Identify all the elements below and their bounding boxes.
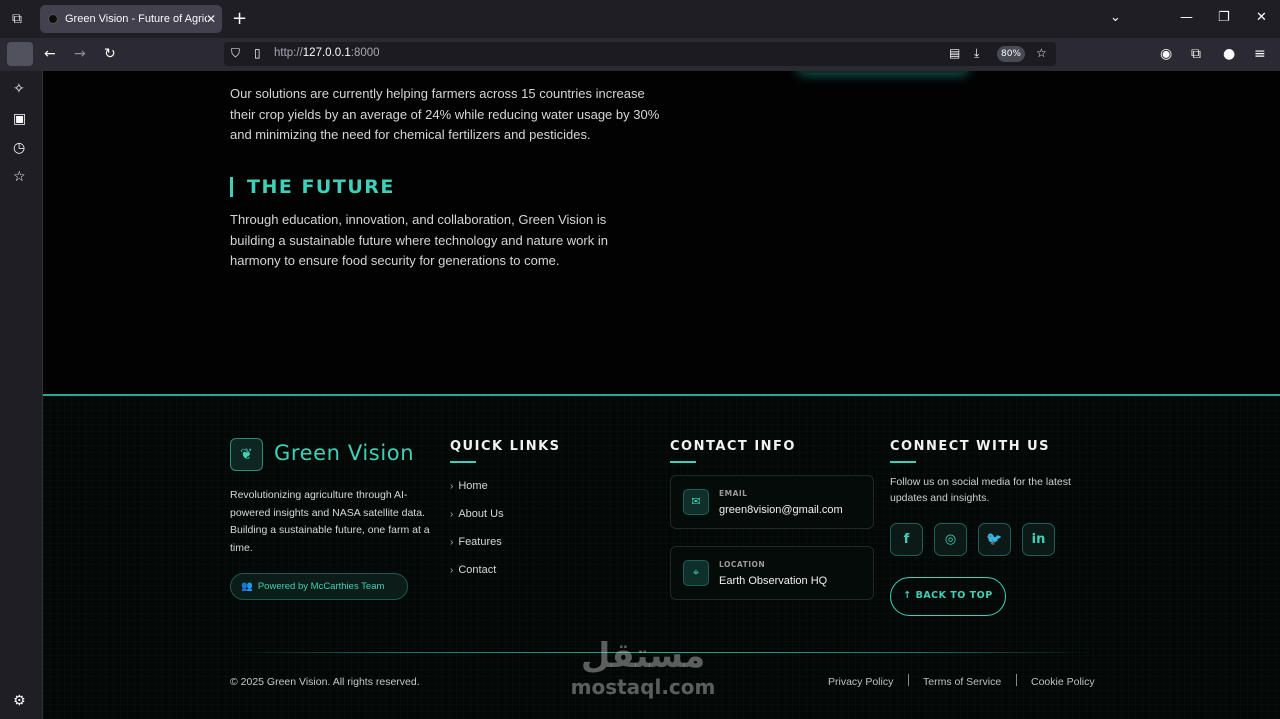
chevron-right-icon: › [450, 481, 454, 492]
account-icon[interactable]: ◉ [1160, 45, 1172, 63]
copyright-text: © 2025 Green Vision. All rights reserved… [230, 676, 420, 688]
quick-link-features[interactable]: › Features [450, 536, 502, 548]
page-content: Our solutions are currently helping farm… [43, 71, 1280, 719]
download-icon[interactable]: ⤓ [974, 46, 979, 61]
chevron-right-icon: › [450, 537, 454, 548]
legal-separator [1016, 674, 1017, 686]
watermark-latin: mostaql.com [570, 675, 716, 699]
quick-links-heading: QUICK LINKS [450, 439, 561, 463]
quick-link-home[interactable]: › Home [450, 480, 488, 492]
about-paragraph: Our solutions are currently helping farm… [230, 86, 660, 142]
menu-icon[interactable]: ≡ [1254, 45, 1266, 63]
facebook-icon[interactable]: f [890, 523, 923, 556]
privacy-policy-link[interactable]: Privacy Policy [828, 676, 893, 688]
mostaql-watermark: مستقل mostaql.com [563, 636, 723, 698]
list-all-tabs-icon[interactable]: ⌄ [1110, 9, 1121, 27]
contact-info-heading: CONTACT INFO [670, 439, 796, 463]
arrow-up-icon: ↑ [903, 590, 916, 601]
close-tab-icon[interactable]: ✕ [206, 11, 216, 27]
quick-link-about[interactable]: › About Us [450, 508, 504, 520]
future-paragraph: Through education, innovation, and colla… [230, 212, 608, 268]
brand-description: Revolutionizing agriculture through AI-p… [230, 489, 430, 554]
terms-link[interactable]: Terms of Service [923, 676, 1001, 688]
new-tab-icon[interactable]: + [232, 8, 247, 30]
back-icon[interactable]: ← [44, 45, 56, 63]
url-text[interactable]: http://127.0.0.1:8000 [274, 47, 380, 59]
chevron-right-icon: › [450, 509, 454, 520]
close-window-icon[interactable]: ✕ [1256, 9, 1267, 27]
sidebar-toggle-button[interactable] [7, 42, 33, 66]
maximize-icon[interactable]: ❐ [1218, 9, 1230, 27]
twitter-icon[interactable]: 🐦 [978, 523, 1011, 556]
extensions-icon[interactable]: ⧉ [1191, 45, 1201, 63]
quick-link-label: Contact [458, 564, 497, 576]
connect-description: Follow us on social media for the latest… [890, 476, 1071, 504]
synced-tabs-icon[interactable]: ▣ [13, 111, 26, 127]
minimize-icon[interactable]: — [1180, 9, 1193, 27]
location-card: ⌖ LOCATION Earth Observation HQ [670, 546, 874, 600]
powered-text: Powered by McCarthies Team [257, 581, 385, 592]
history-icon[interactable]: ◷ [13, 140, 25, 156]
reader-view-icon[interactable]: ▤ [949, 46, 960, 60]
footer-brand: Green Vision [274, 441, 415, 465]
browser-sidebar: ✧ ▣ ◷ ☆ ⚙ [0, 71, 43, 719]
quick-link-contact[interactable]: › Contact [450, 564, 496, 576]
email-value: green8vision@gmail.com [719, 504, 843, 516]
cookie-policy-link[interactable]: Cookie Policy [1031, 676, 1095, 688]
glow-button[interactable] [798, 71, 968, 73]
page-icon[interactable]: ▯ [254, 46, 261, 60]
location-value: Earth Observation HQ [719, 575, 828, 587]
extension-cookie-icon[interactable]: ● [1223, 45, 1235, 63]
footer: ❦ Green Vision Revolutionizing agricultu… [43, 394, 1280, 719]
url-bar[interactable]: ⛉ ▯ http://127.0.0.1:8000 ▤ ⤓ 80% ☆ [224, 42, 1056, 66]
tab-overview-icon[interactable]: ⧉ [6, 8, 28, 30]
browser-tab[interactable]: Green Vision - Future of Agricul ✕ [40, 5, 222, 33]
leaf-logo-icon: ❦ [230, 438, 263, 471]
future-heading: THE FUTURE [230, 177, 395, 197]
ai-sparkle-icon[interactable]: ✧ [13, 81, 25, 97]
tab-title: Green Vision - Future of Agricul [65, 13, 207, 25]
settings-gear-icon[interactable]: ⚙ [13, 693, 26, 709]
zoom-badge[interactable]: 80% [997, 46, 1025, 62]
team-icon: 👥 [241, 581, 253, 592]
url-prefix: http:// [274, 47, 303, 59]
quick-link-label: About Us [458, 508, 504, 520]
url-port: :8000 [350, 47, 380, 59]
back-to-top-label: BACK TO TOP [915, 590, 993, 601]
back-to-top-button[interactable]: ↑ BACK TO TOP [890, 577, 1006, 616]
quick-link-label: Home [458, 480, 488, 492]
linkedin-icon[interactable]: in [1022, 523, 1055, 556]
envelope-icon: ✉ [683, 489, 709, 515]
watermark-arabic: مستقل [580, 636, 706, 676]
email-card[interactable]: ✉ EMAIL green8vision@gmail.com [670, 475, 874, 529]
bookmarks-icon[interactable]: ☆ [13, 169, 26, 185]
chevron-right-icon: › [450, 565, 454, 576]
url-host: 127.0.0.1 [302, 47, 351, 59]
bookmark-star-icon[interactable]: ☆ [1036, 46, 1047, 60]
connect-heading: CONNECT WITH US [890, 439, 1051, 463]
forward-icon[interactable]: → [74, 45, 86, 63]
powered-badge: 👥 Powered by McCarthies Team [230, 573, 408, 600]
favicon-icon [48, 14, 58, 24]
shield-icon[interactable]: ⛉ [231, 46, 240, 61]
legal-separator [908, 674, 909, 686]
map-pin-icon: ⌖ [683, 560, 709, 586]
tab-bar: ⧉ Green Vision - Future of Agricul ✕ + ⌄… [0, 0, 1280, 38]
reload-icon[interactable]: ↻ [104, 45, 116, 63]
location-label: LOCATION [719, 560, 766, 569]
instagram-icon[interactable]: ◎ [934, 523, 967, 556]
email-label: EMAIL [719, 489, 748, 498]
quick-link-label: Features [458, 536, 502, 548]
